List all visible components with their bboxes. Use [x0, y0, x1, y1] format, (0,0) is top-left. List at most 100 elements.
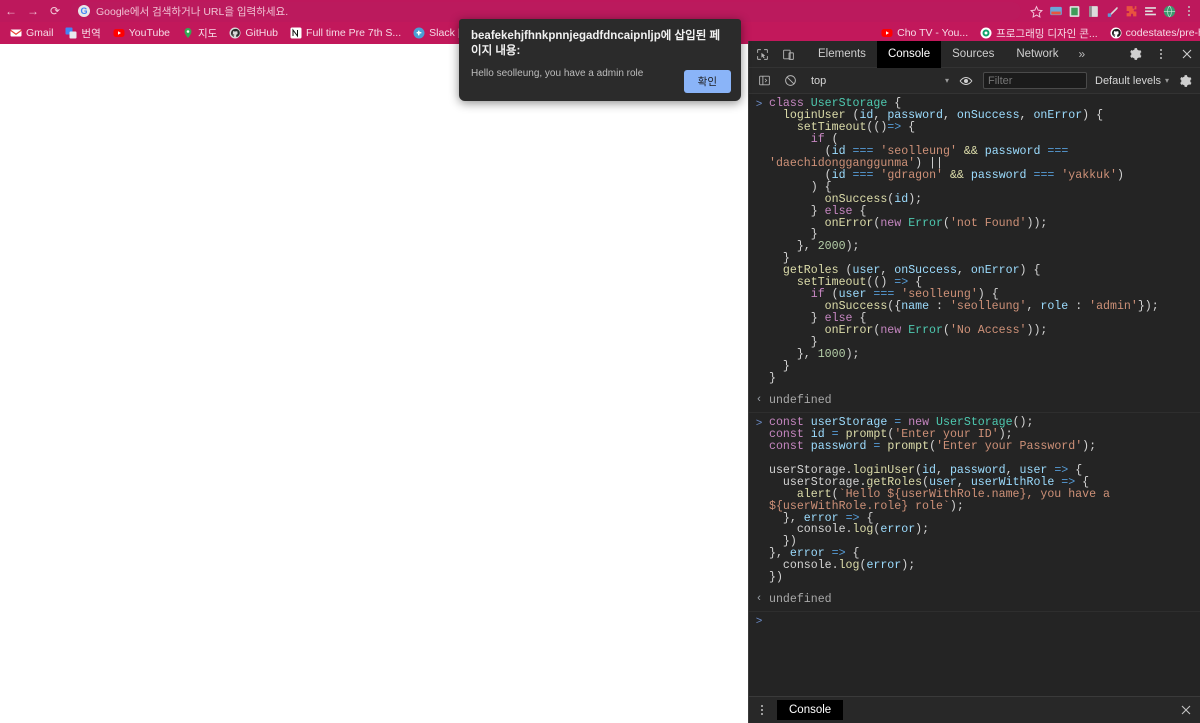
code-token: prompt: [887, 439, 930, 453]
bookmark-programming-design[interactable]: 프로그래밍 디자인 콘...: [974, 24, 1104, 42]
log-levels-select[interactable]: Default levels ▾: [1095, 75, 1169, 87]
kebab-menu-icon[interactable]: [1148, 41, 1174, 67]
bookmark-fulltime-pre[interactable]: Full time Pre 7th S...: [284, 24, 407, 42]
chrome-menu-icon[interactable]: [1179, 1, 1198, 21]
code-token: :: [929, 300, 950, 314]
console-filter-input[interactable]: [983, 72, 1087, 89]
gear-icon[interactable]: [1122, 41, 1148, 67]
clear-console-icon[interactable]: [777, 68, 803, 94]
kebab-menu-icon[interactable]: [749, 697, 775, 723]
bookmark-maps[interactable]: 지도: [176, 24, 223, 42]
bookmark-youtube[interactable]: YouTube: [107, 24, 176, 42]
tab-elements[interactable]: Elements: [807, 41, 877, 68]
bookmark-cho-tv[interactable]: Cho TV - You...: [875, 24, 974, 42]
bookmark-label: 프로그래밍 디자인 콘...: [996, 27, 1098, 40]
code-token: ,: [956, 264, 971, 278]
tab-sources[interactable]: Sources: [941, 41, 1005, 68]
code-token: name: [901, 300, 930, 314]
bookmark-label: Cho TV - You...: [897, 27, 969, 39]
code-token: onError: [1033, 108, 1083, 122]
console-sidebar-icon[interactable]: [751, 68, 777, 94]
code-token: }): [769, 571, 783, 585]
bookmark-github[interactable]: GitHub: [223, 24, 284, 42]
code-token: 'gdragon': [880, 168, 943, 182]
code-token: ({: [887, 300, 902, 314]
code-token: });: [1137, 300, 1159, 314]
code-token: );: [949, 499, 964, 513]
device-toolbar-icon[interactable]: [775, 41, 801, 67]
reader-extension-icon[interactable]: [1084, 1, 1103, 21]
code-token: ,: [1019, 108, 1034, 122]
code-token: );: [901, 559, 916, 573]
drawer-tab-console[interactable]: Console: [777, 700, 844, 720]
address-bar[interactable]: G Google에서 검색하거나 URL을 입력하세요.: [70, 2, 1021, 20]
code-token: const: [769, 439, 804, 453]
code-token: ));: [1026, 216, 1048, 230]
code-token: =>: [887, 120, 902, 134]
close-icon[interactable]: [1174, 41, 1200, 67]
tab-console[interactable]: Console: [876, 40, 942, 68]
bookmark-label: Gmail: [26, 27, 54, 39]
execution-context-select[interactable]: top ▾: [805, 72, 953, 90]
dialog-ok-button[interactable]: 확인: [683, 70, 731, 93]
code-token: }: [769, 371, 776, 385]
devtools-toolbar-right: [1122, 41, 1200, 67]
code-token: ((): [866, 120, 888, 134]
code-token: (: [942, 216, 950, 230]
chevron-down-icon: ▾: [944, 76, 949, 85]
star-bookmark-icon[interactable]: [1027, 1, 1046, 21]
bookmark-codestates-prehw[interactable]: codestates/pre-h...: [1104, 24, 1200, 42]
close-icon[interactable]: [1180, 704, 1200, 716]
code-token: ,: [942, 108, 957, 122]
bookmark-gmail[interactable]: Gmail: [4, 24, 59, 42]
console-output-entry-1: ‹ undefined: [749, 389, 1200, 413]
code-token: onError: [970, 264, 1020, 278]
code-token: Error: [908, 216, 943, 230]
gmail-icon: [10, 29, 22, 37]
inspect-element-icon[interactable]: [749, 41, 775, 67]
code-token: onError: [824, 216, 874, 230]
slack-icon: [413, 27, 425, 39]
github-icon: [1110, 27, 1122, 39]
code-token: error: [866, 559, 902, 573]
code-token: {: [901, 120, 916, 134]
globe-extension-icon[interactable]: [1160, 1, 1179, 21]
console-output-entry-2: ‹ undefined: [749, 588, 1200, 613]
code-token: 'seolleung': [949, 300, 1027, 314]
puzzle-extensions-icon[interactable]: [1122, 1, 1141, 21]
more-tabs-chevron-icon[interactable]: »: [1070, 41, 1095, 68]
code-token: :: [1068, 300, 1090, 314]
code-token: ));: [1026, 324, 1048, 338]
forward-icon[interactable]: →: [22, 0, 44, 22]
bookmark-label: codestates/pre-h...: [1125, 27, 1200, 39]
reload-icon[interactable]: ⟳: [44, 0, 66, 22]
devtools-panel: Elements Console Sources Network » top ▾…: [748, 40, 1200, 723]
code-token: ===: [1047, 144, 1069, 158]
list-extension-icon[interactable]: [1141, 1, 1160, 21]
devtools-tabs: Elements Console Sources Network »: [807, 40, 1095, 68]
code-token: role: [1040, 300, 1069, 314]
color-picker-icon[interactable]: [1103, 1, 1122, 21]
bookmark-translate[interactable]: 번역: [59, 24, 106, 42]
console-message-list[interactable]: > class UserStorage { loginUser (id, pas…: [749, 94, 1200, 696]
tab-network[interactable]: Network: [1005, 41, 1069, 68]
back-icon[interactable]: ←: [0, 0, 22, 22]
google-g-icon: G: [78, 5, 90, 17]
note-extension-icon[interactable]: [1065, 1, 1084, 21]
bookmark-label: 지도: [198, 27, 218, 40]
console-prompt-row[interactable]: >: [749, 612, 1200, 632]
output-marker: ‹: [755, 593, 763, 606]
extension-tile-icon[interactable]: [1046, 1, 1065, 21]
live-expression-eye-icon[interactable]: [953, 68, 979, 94]
bookmark-label: YouTube: [128, 27, 171, 39]
code-token: new: [880, 216, 902, 230]
code-token: password: [984, 144, 1041, 158]
console-settings-gear-icon[interactable]: [1172, 68, 1198, 94]
console-code-block-2: const userStorage = new UserStorage(); c…: [769, 413, 1200, 588]
code-token: 'admin': [1089, 300, 1138, 314]
